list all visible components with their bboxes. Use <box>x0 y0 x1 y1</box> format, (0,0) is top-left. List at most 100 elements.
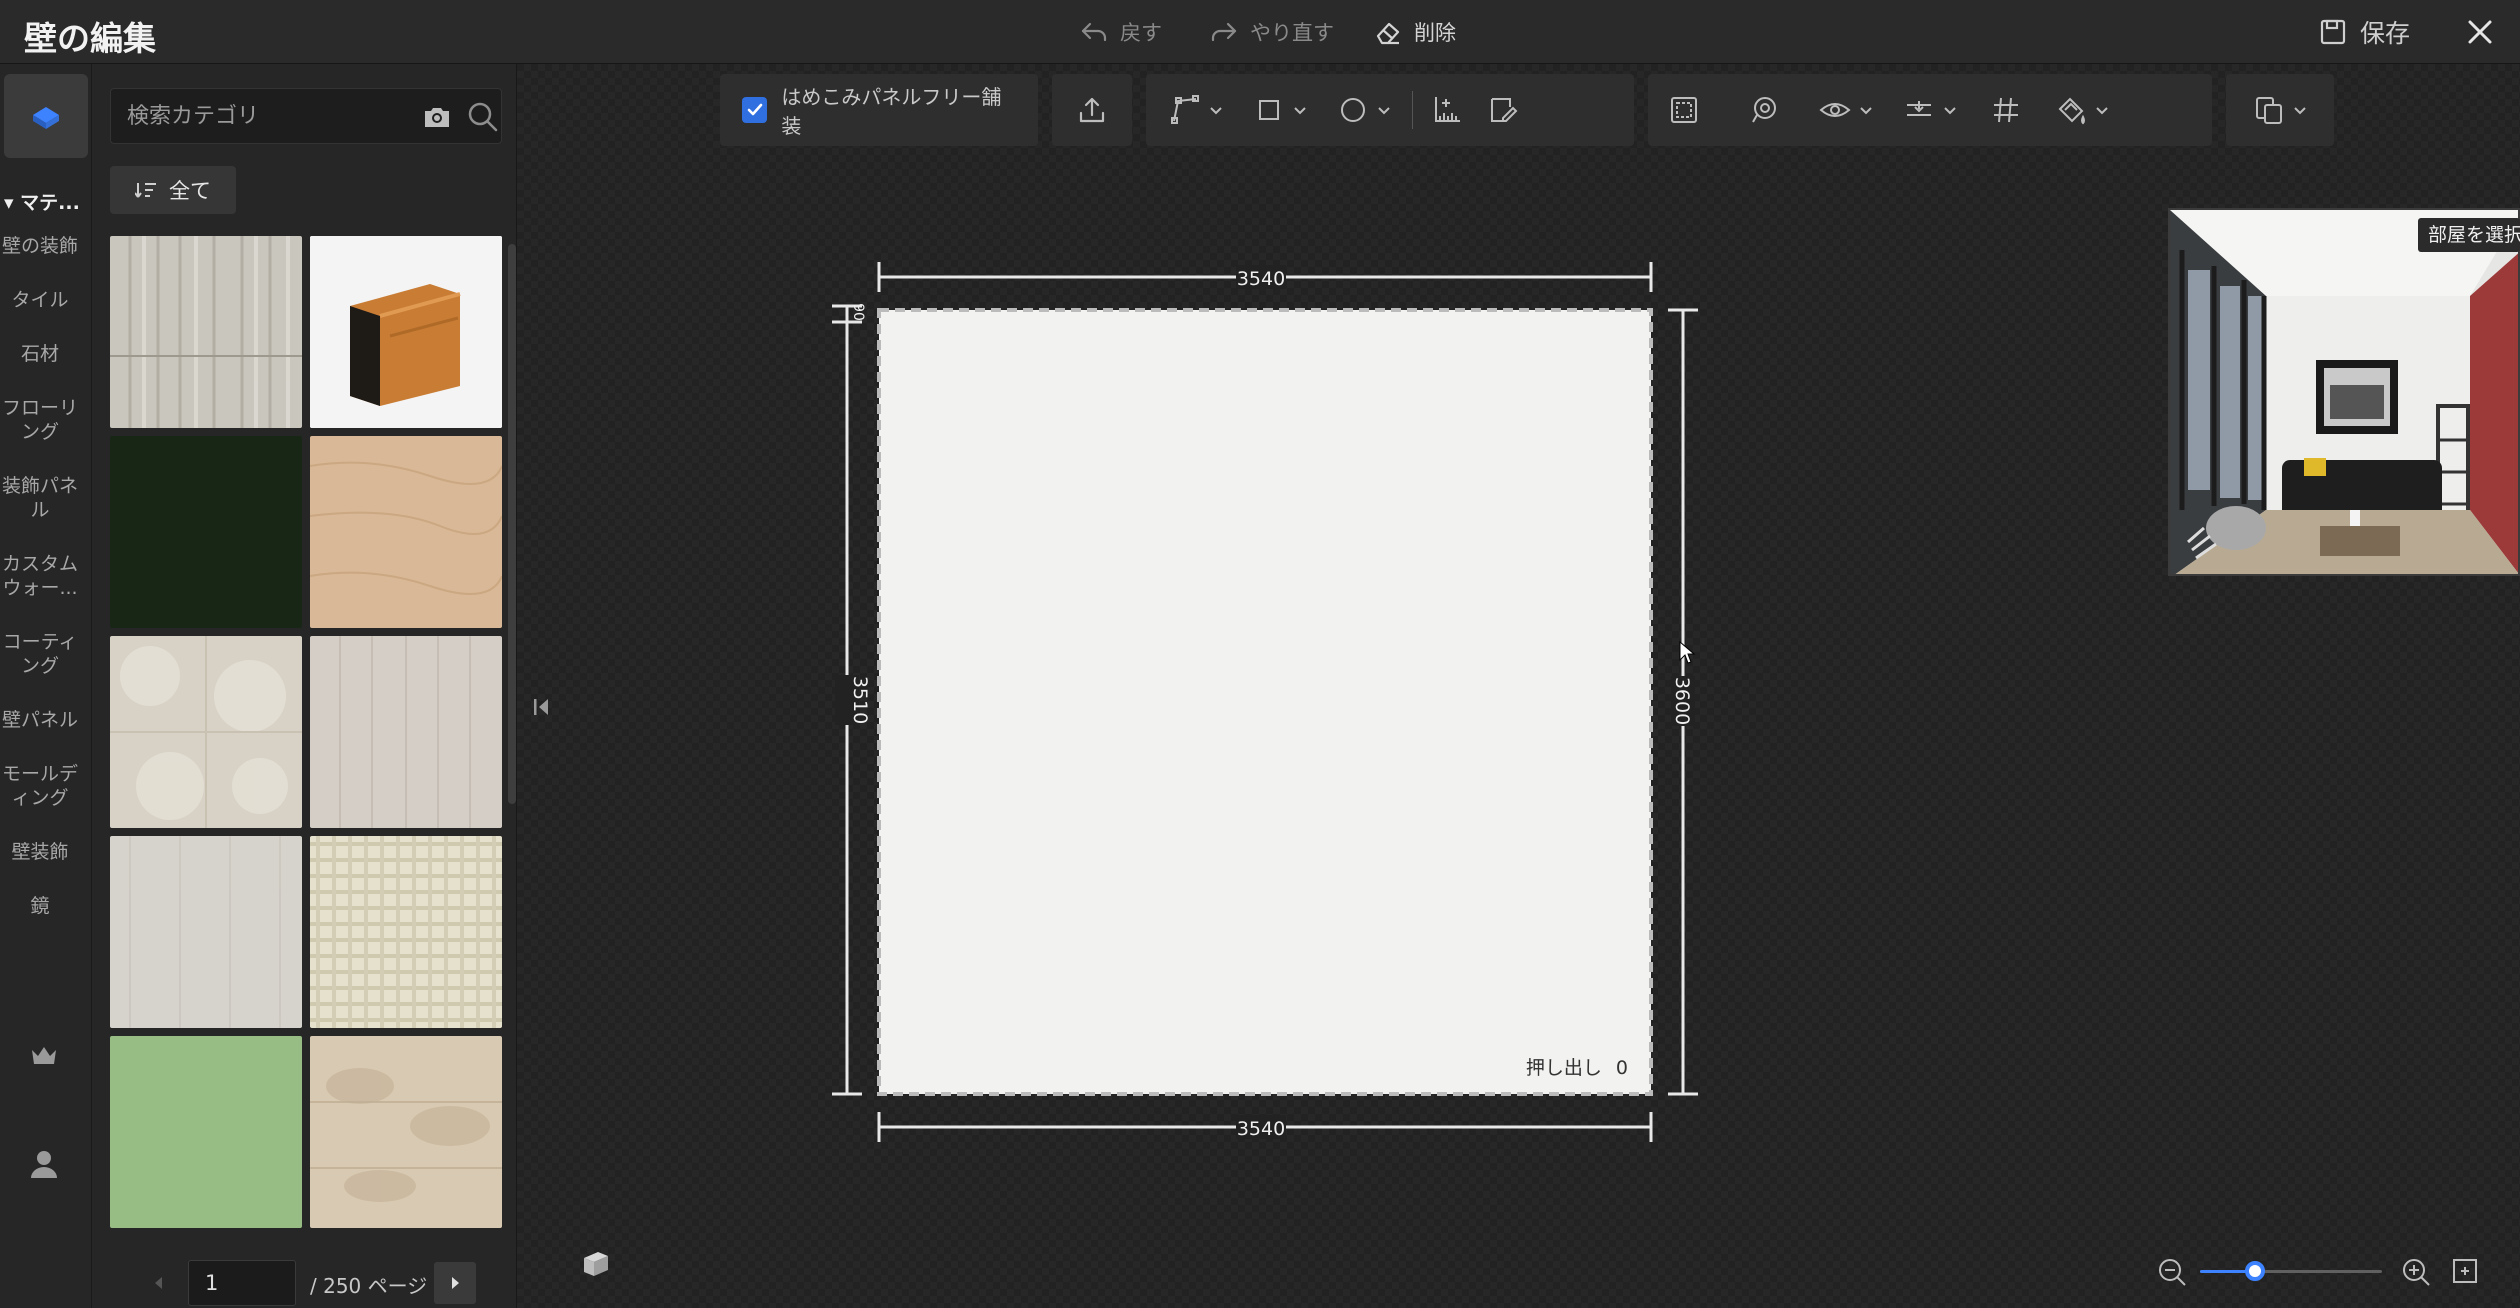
rectangle-tool-dropdown[interactable] <box>1238 82 1322 138</box>
category-stone[interactable]: 石材 <box>0 342 80 366</box>
fill-dropdown[interactable] <box>2040 82 2124 138</box>
view-tools <box>1648 74 2212 146</box>
category-wall-panel[interactable]: 壁パネル <box>0 708 80 732</box>
zoom-in-icon[interactable] <box>2400 1256 2432 1288</box>
room-preview[interactable] <box>2168 208 2520 576</box>
material-tile[interactable] <box>310 436 502 628</box>
material-swatch <box>310 836 502 1028</box>
material-swatch <box>110 636 302 828</box>
material-grid <box>110 236 502 1296</box>
search-input[interactable] <box>127 99 387 133</box>
edit-shape-button[interactable] <box>1475 82 1531 138</box>
redo-button[interactable]: やり直す <box>1208 14 1334 50</box>
align-dropdown[interactable] <box>1888 82 1972 138</box>
material-tab[interactable] <box>4 74 88 158</box>
save-icon <box>2320 19 2346 45</box>
check-icon <box>747 103 763 116</box>
category-tile[interactable]: タイル <box>0 288 80 312</box>
eye-icon <box>1819 103 1851 117</box>
select-room-button[interactable]: 部屋を選択 <box>2418 218 2520 252</box>
close-icon <box>2468 20 2492 44</box>
chevron-down-icon <box>1294 107 1306 115</box>
bottom-width-label: 3540 <box>1237 1118 1285 1140</box>
top-width-label: 3540 <box>1237 268 1285 290</box>
material-tile[interactable] <box>110 236 302 428</box>
search-icon[interactable] <box>465 99 501 135</box>
material-tile[interactable] <box>310 1036 502 1228</box>
left-height-label: 3510 <box>849 676 871 724</box>
category-coating[interactable]: コーティング <box>0 630 80 678</box>
align-icon <box>1907 101 1931 116</box>
account-button[interactable] <box>26 1146 62 1182</box>
category-custom-wall[interactable]: カスタムウォー... <box>0 552 80 600</box>
wall-surface[interactable] <box>877 308 1653 1096</box>
prev-page-icon[interactable] <box>142 1266 176 1300</box>
category-flooring[interactable]: フローリング <box>0 396 80 444</box>
ruler-button[interactable] <box>1419 82 1475 138</box>
category-decor-panel[interactable]: 装飾パネル <box>0 474 80 522</box>
pen-tool-dropdown[interactable] <box>1154 82 1238 138</box>
category-wall-decor[interactable]: 壁の装飾 <box>0 234 80 258</box>
material-tile[interactable] <box>310 236 502 428</box>
circle-icon <box>1341 98 1365 122</box>
toggle-3d-view-button[interactable] <box>576 1244 616 1284</box>
grid-button[interactable] <box>1978 82 2034 138</box>
next-page-icon <box>452 1277 459 1289</box>
seamless-panel-option[interactable]: はめこみパネルフリー舗装 <box>720 74 1038 146</box>
next-page-button[interactable] <box>434 1262 476 1304</box>
sort-icon <box>135 183 156 198</box>
copy-group <box>2226 74 2334 146</box>
material-tile[interactable] <box>110 436 302 628</box>
delete-button[interactable]: 削除 <box>1372 14 1456 50</box>
undo-icon <box>1081 22 1107 42</box>
category-mirror[interactable]: 鏡 <box>0 894 80 918</box>
panel-scrollbar[interactable] <box>508 244 516 804</box>
page-number-input[interactable] <box>188 1260 296 1306</box>
upload-button[interactable] <box>1064 82 1120 138</box>
material-swatch <box>110 236 302 428</box>
right-height-label: 3600 <box>1671 677 1693 725</box>
premium-button[interactable] <box>26 1038 62 1074</box>
category-molding[interactable]: モールディング <box>0 762 80 810</box>
material-tile[interactable] <box>110 1036 302 1228</box>
mouse-cursor-icon <box>1679 640 1696 664</box>
seamless-panel-label: はめこみパネルフリー舗装 <box>781 85 1002 138</box>
save-button[interactable]: 保存 <box>2318 14 2410 50</box>
toolbar-separator <box>1412 91 1413 129</box>
undo-button[interactable]: 戻す <box>1078 14 1162 50</box>
visibility-dropdown[interactable] <box>1804 82 1888 138</box>
category-wall-ornament[interactable]: 壁装飾 <box>0 840 80 864</box>
chevron-down-icon <box>1860 107 1872 115</box>
material-icon <box>33 107 59 129</box>
close-button[interactable] <box>2462 14 2498 50</box>
seamless-panel-checkbox[interactable] <box>742 97 768 123</box>
material-swatch <box>110 836 302 1028</box>
filter-all-button[interactable]: 全て <box>110 166 236 214</box>
material-category-heading[interactable]: ▾ マテ... <box>0 188 92 215</box>
material-tile[interactable] <box>310 836 502 1028</box>
material-tile[interactable] <box>110 836 302 1028</box>
camera-icon[interactable] <box>421 101 453 133</box>
lasso-button[interactable] <box>1736 82 1792 138</box>
material-tile[interactable] <box>110 636 302 828</box>
chevron-down-icon <box>1210 107 1222 115</box>
copy-dropdown[interactable] <box>2238 82 2322 138</box>
collapse-panel-button[interactable] <box>530 690 554 724</box>
pen-icon <box>1171 95 1199 124</box>
title-bar: 壁の編集 戻す やり直す 削除 保存 <box>0 0 2520 64</box>
circle-tool-dropdown[interactable] <box>1322 82 1406 138</box>
zoom-control <box>2152 1248 2482 1296</box>
fit-to-screen-icon[interactable] <box>2450 1256 2480 1286</box>
zoom-slider-thumb[interactable] <box>2245 1261 2265 1281</box>
material-tile[interactable] <box>310 636 502 828</box>
fill-icon <box>2058 97 2085 125</box>
category-rail: ▾ マテ... 壁の装飾 タイル 石材 フローリング 装飾パネル カスタムウォー… <box>0 64 92 1308</box>
zoom-out-icon[interactable] <box>2156 1256 2188 1288</box>
category-list: 壁の装飾 タイル 石材 フローリング 装飾パネル カスタムウォー... コーティ… <box>0 234 92 948</box>
chevron-down-icon <box>1944 107 1956 115</box>
select-frame-button[interactable] <box>1656 82 1712 138</box>
user-icon <box>31 1151 57 1178</box>
select-frame-icon <box>1671 97 1697 123</box>
material-swatch <box>310 436 502 628</box>
save-label: 保存 <box>2360 19 2411 48</box>
